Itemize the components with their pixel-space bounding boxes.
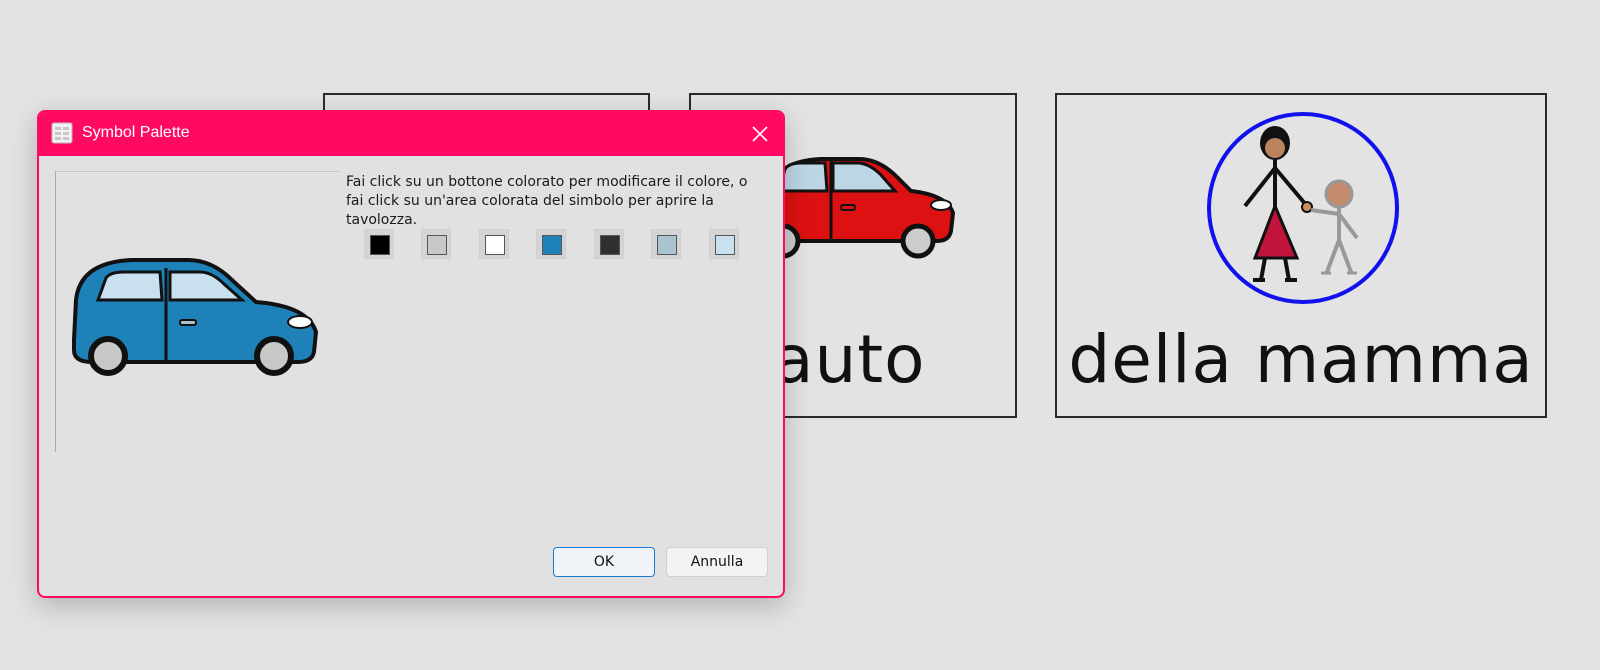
swatch-chip [657,235,677,255]
swatch-chip [600,235,620,255]
swatch-chip [485,235,505,255]
close-icon [752,126,768,142]
swatch-chip [370,235,390,255]
swatch-chip [427,235,447,255]
swatch-button-light-gray[interactable] [421,229,451,259]
swatch-button-blue[interactable] [536,229,566,259]
swatch-button-steel-blue[interactable] [651,229,681,259]
card-word: della mamma [1068,321,1534,398]
palette-app-icon [51,122,73,144]
red-car-icon [763,157,956,259]
color-swatches [39,229,783,259]
symbol-preview[interactable] [55,171,339,452]
ok-button[interactable]: OK [553,547,655,577]
dialog-titlebar[interactable]: Symbol Palette [39,112,783,156]
dialog-title: Symbol Palette [82,124,190,141]
blue-car-icon[interactable] [70,254,322,376]
swatch-chip [715,235,735,255]
instructions-text: Fai click su un bottone colorato per mod… [346,174,748,228]
cancel-button[interactable]: Annulla [666,547,768,577]
swatch-button-pale-blue[interactable] [709,229,739,259]
swatch-button-black[interactable] [364,229,394,259]
mother-child-icon [1207,112,1399,304]
symbol-palette-dialog: Symbol Palette Fai click su un bottone c… [37,110,785,598]
swatch-chip [542,235,562,255]
close-button[interactable] [737,112,783,156]
swatch-button-white[interactable] [479,229,509,259]
symbol-card-della-mamma[interactable]: della mamma [1055,93,1547,418]
swatch-button-dark-gray[interactable] [594,229,624,259]
